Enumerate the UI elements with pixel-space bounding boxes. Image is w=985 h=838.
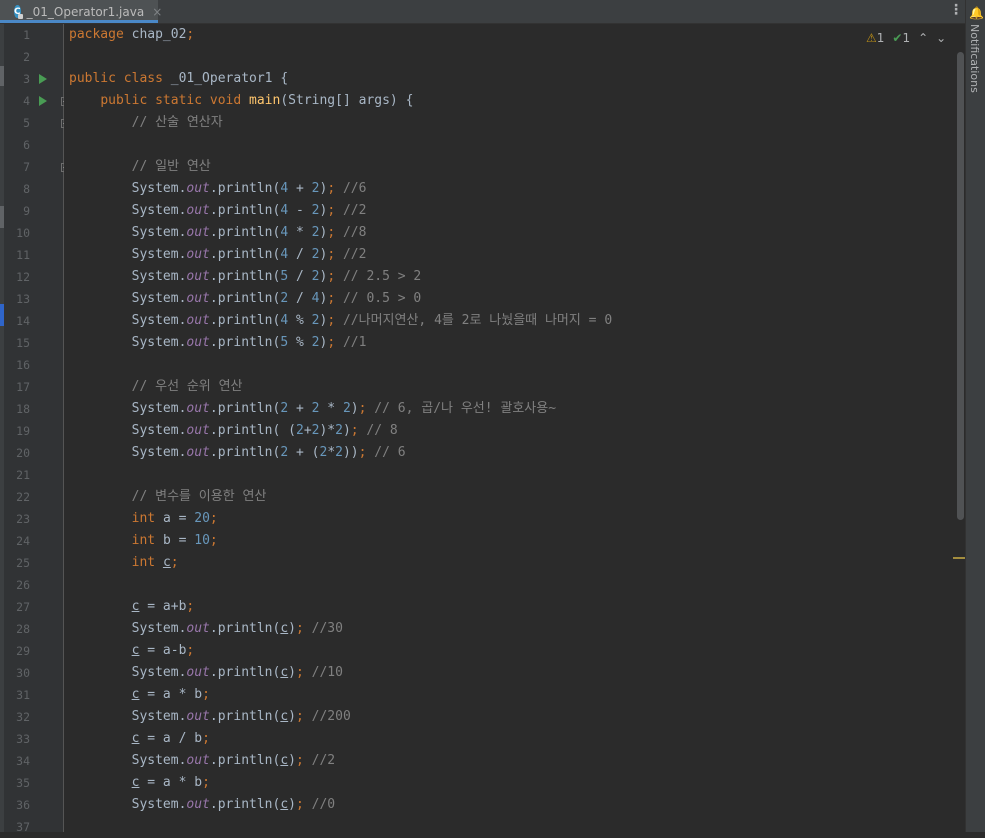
inspection-widget[interactable]: ⚠1 ✔1 ⌃ ⌄ — [866, 28, 946, 48]
code-line: System.out.println(c); //30 — [69, 621, 343, 636]
line-number: 22 — [16, 490, 30, 504]
bell-icon[interactable]: 🔔 — [969, 6, 984, 20]
line-number: 8 — [23, 182, 30, 196]
line-number: 6 — [23, 138, 30, 152]
line-number-gutter: 1 2 3 4 5 6 7 8 9 10 11 12 13 14 15 16 17 18 19 20 21 22 23 24 2… — [4, 24, 70, 834]
line-number: 34 — [16, 754, 30, 768]
line-number: 11 — [16, 248, 30, 262]
code-line: c = a+b; — [131, 599, 195, 614]
tab-operator1-java[interactable]: C _01_Operator1.java × — [0, 0, 162, 23]
code-line: System.out.println(c); //0 — [69, 797, 336, 812]
code-line: System.out.println(4 / 2); //2 — [69, 247, 367, 262]
line-number: 29 — [16, 644, 30, 658]
weak-warning-count[interactable]: ✔1 — [892, 31, 910, 45]
code-line: System.out.println(c); //10 — [69, 665, 343, 680]
line-number: 33 — [16, 732, 30, 746]
line-number: 14 — [16, 314, 30, 328]
vertical-scrollbar[interactable] — [957, 52, 964, 520]
line-number: 12 — [16, 270, 30, 284]
code-line: int a = 20; — [131, 511, 218, 526]
code-line: public class _01_Operator1 { — [69, 71, 289, 86]
line-number: 5 — [23, 116, 30, 130]
line-number: 1 — [23, 28, 30, 42]
code-line: // 일반 연산 — [131, 159, 211, 174]
code-editor[interactable]: package chap_02;public class _01_Operato… — [64, 24, 955, 832]
code-line: System.out.println(4 + 2); //6 — [69, 181, 367, 196]
code-line: // 우선 순위 연산 — [131, 379, 243, 394]
java-class-icon: C — [14, 5, 23, 19]
line-number: 20 — [16, 446, 30, 460]
code-line: // 산술 연산자 — [131, 115, 223, 130]
line-number: 31 — [16, 688, 30, 702]
line-number: 18 — [16, 402, 30, 416]
line-number: 2 — [23, 50, 30, 64]
code-line: System.out.println(c); //200 — [69, 709, 351, 724]
code-line: c = a * b; — [131, 687, 210, 702]
line-number: 4 — [23, 94, 30, 108]
code-line: System.out.println(4 - 2); //2 — [69, 203, 367, 218]
line-number: 26 — [16, 578, 30, 592]
run-icon[interactable] — [39, 96, 47, 106]
line-number: 9 — [23, 204, 30, 218]
code-line: System.out.println(4 * 2); //8 — [69, 225, 367, 240]
notifications-tool-button[interactable]: Notifications — [968, 24, 981, 93]
line-number: 7 — [23, 160, 30, 174]
line-number: 10 — [16, 226, 30, 240]
active-tab-indicator — [0, 20, 158, 23]
code-line: // 변수를 이용한 연산 — [131, 489, 267, 504]
tab-filename: _01_Operator1.java — [26, 4, 145, 19]
code-line: System.out.println( (2+2)*2); // 8 — [69, 423, 398, 438]
run-icon[interactable] — [39, 74, 47, 84]
line-number: 13 — [16, 292, 30, 306]
line-number: 28 — [16, 622, 30, 636]
code-line: System.out.println(2 / 4); // 0.5 > 0 — [69, 291, 422, 306]
code-line: System.out.println(c); //2 — [69, 753, 336, 768]
right-tool-strip: 🔔 Notifications — [965, 0, 985, 832]
line-number: 27 — [16, 600, 30, 614]
close-icon[interactable]: × — [152, 5, 162, 19]
code-line: System.out.println(2 + (2*2)); // 6 — [69, 445, 406, 460]
line-number: 23 — [16, 512, 30, 526]
code-line: int b = 10; — [131, 533, 218, 548]
code-line: c = a-b; — [131, 643, 195, 658]
line-number: 19 — [16, 424, 30, 438]
line-number: 32 — [16, 710, 30, 724]
scrollbar-warning-marker[interactable] — [953, 557, 965, 559]
line-number: 35 — [16, 776, 30, 790]
code-line: System.out.println(2 + 2 * 2); // 6, 곱/나… — [69, 401, 557, 416]
code-line: c = a / b; — [131, 731, 210, 746]
line-number: 15 — [16, 336, 30, 350]
line-number: 16 — [16, 358, 30, 372]
line-number: 37 — [16, 820, 30, 834]
previous-highlight-icon[interactable]: ⌃ — [918, 31, 928, 45]
code-line: package chap_02; — [69, 27, 195, 42]
check-icon: ✔ — [892, 31, 903, 45]
code-line: public static void main(String[] args) { — [100, 93, 414, 108]
code-line: System.out.println(4 % 2); //나머지연산, 4를 2… — [69, 313, 613, 328]
line-number: 17 — [16, 380, 30, 394]
line-number: 3 — [23, 72, 30, 86]
next-highlight-icon[interactable]: ⌄ — [936, 31, 946, 45]
warning-icon: ⚠ — [866, 31, 877, 45]
warning-count[interactable]: ⚠1 — [866, 31, 884, 45]
line-number: 25 — [16, 556, 30, 570]
editor-tab-bar: C _01_Operator1.java × ⋮ — [0, 0, 965, 24]
line-number: 36 — [16, 798, 30, 812]
more-options-icon[interactable]: ⋮ — [949, 2, 963, 18]
code-line: int c; — [131, 555, 179, 570]
line-number: 21 — [16, 468, 30, 482]
code-line: c = a * b; — [131, 775, 210, 790]
code-line: System.out.println(5 / 2); // 2.5 > 2 — [69, 269, 422, 284]
line-number: 30 — [16, 666, 30, 680]
code-line: System.out.println(5 % 2); //1 — [69, 335, 367, 350]
line-number: 24 — [16, 534, 30, 548]
